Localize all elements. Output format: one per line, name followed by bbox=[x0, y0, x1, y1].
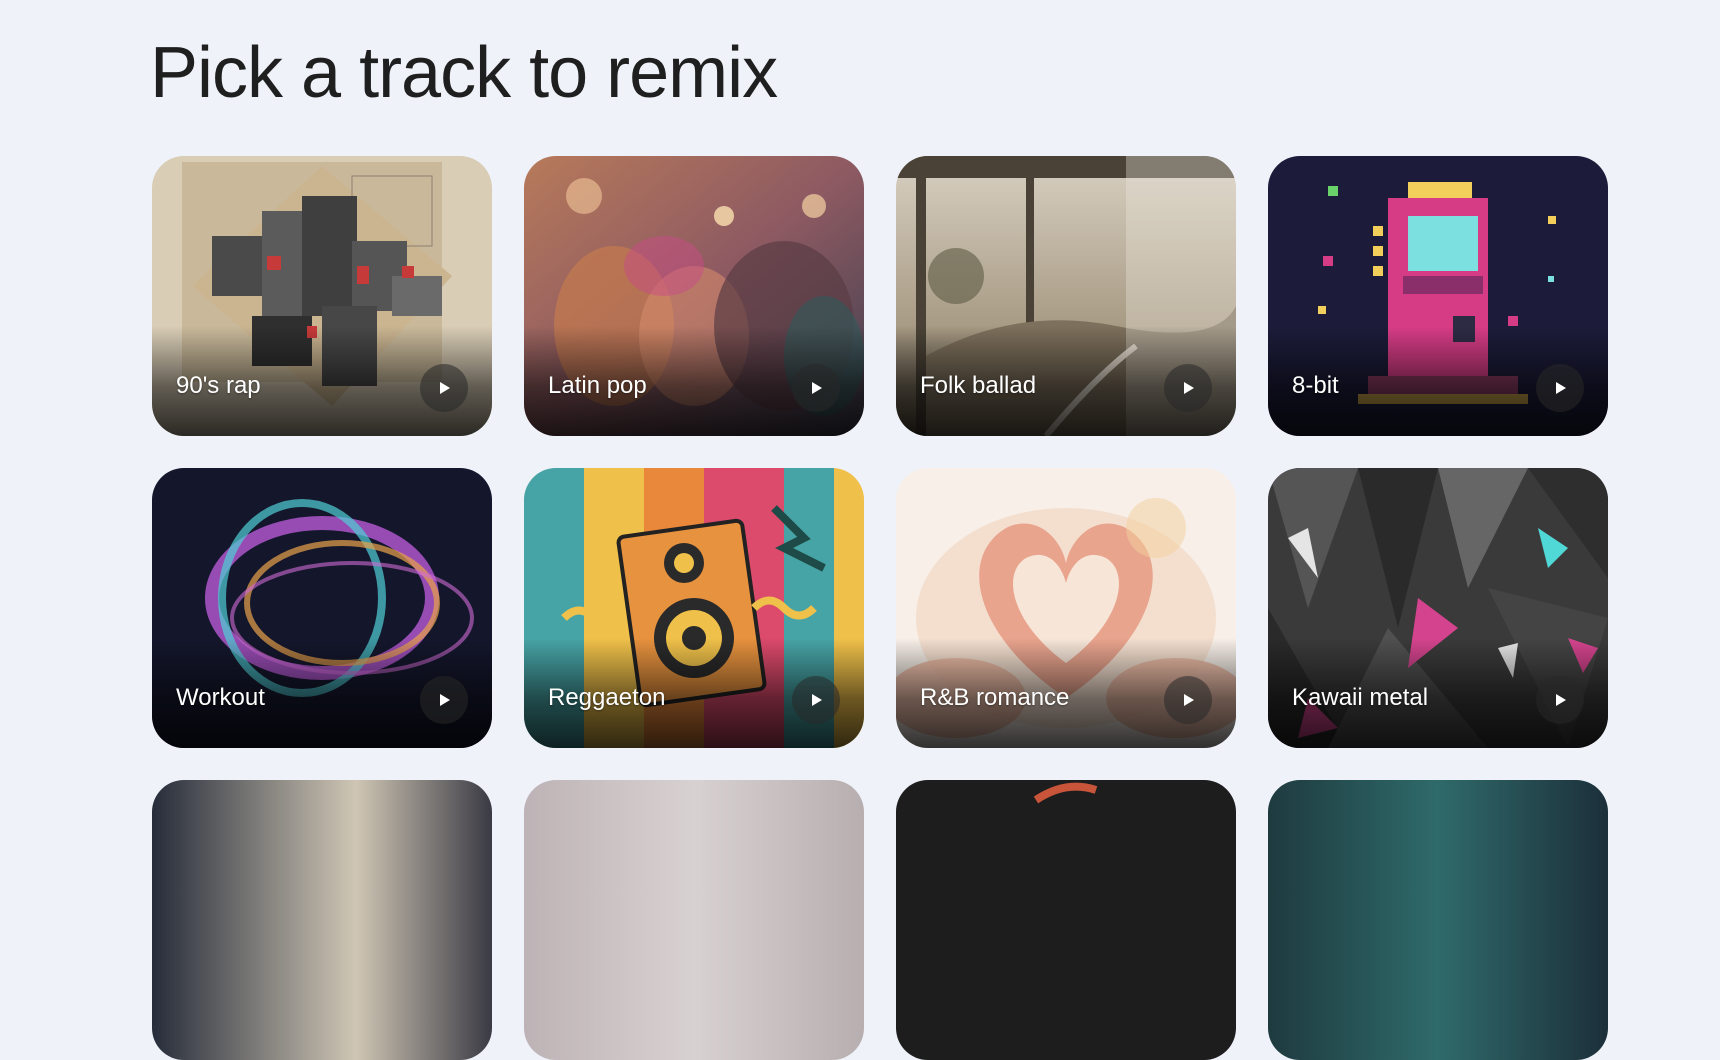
track-card-latin-pop[interactable]: Latin pop bbox=[524, 156, 864, 436]
play-icon bbox=[812, 694, 822, 706]
track-label: Latin pop bbox=[548, 372, 647, 399]
track-label: Reggaeton bbox=[548, 684, 666, 711]
play-icon bbox=[1184, 694, 1194, 706]
track-art-partial bbox=[524, 780, 864, 1060]
track-label: Workout bbox=[176, 684, 265, 711]
play-button[interactable] bbox=[1164, 676, 1212, 724]
track-art-partial bbox=[152, 780, 492, 1060]
track-card-rnb-romance[interactable]: R&B romance bbox=[896, 468, 1236, 748]
play-button[interactable] bbox=[792, 676, 840, 724]
track-art-partial bbox=[1268, 780, 1608, 1060]
play-icon bbox=[440, 382, 450, 394]
track-card-kawaii-metal[interactable]: Kawaii metal bbox=[1268, 468, 1608, 748]
track-card-reggaeton[interactable]: Reggaeton bbox=[524, 468, 864, 748]
track-label: 90's rap bbox=[176, 372, 261, 399]
play-button[interactable] bbox=[1536, 364, 1584, 412]
play-icon bbox=[1556, 382, 1566, 394]
play-icon bbox=[1184, 382, 1194, 394]
play-button[interactable] bbox=[1536, 676, 1584, 724]
track-card-partial[interactable] bbox=[1268, 780, 1608, 1060]
track-label: R&B romance bbox=[920, 684, 1070, 711]
play-button[interactable] bbox=[792, 364, 840, 412]
track-label: 8-bit bbox=[1292, 372, 1339, 399]
track-card-folk-ballad[interactable]: Folk ballad bbox=[896, 156, 1236, 436]
play-button[interactable] bbox=[420, 676, 468, 724]
track-card-partial[interactable] bbox=[152, 780, 492, 1060]
track-card-8-bit[interactable]: 8-bit bbox=[1268, 156, 1608, 436]
play-icon bbox=[1556, 694, 1566, 706]
track-card-90s-rap[interactable]: 90's rap bbox=[152, 156, 492, 436]
track-label: Folk ballad bbox=[920, 372, 1037, 399]
track-card-workout[interactable]: Workout bbox=[152, 468, 492, 748]
track-card-partial[interactable] bbox=[524, 780, 864, 1060]
play-icon bbox=[812, 382, 822, 394]
page-title: Pick a track to remix bbox=[150, 33, 778, 113]
play-button[interactable] bbox=[420, 364, 468, 412]
track-art-partial bbox=[896, 780, 1236, 1060]
play-button[interactable] bbox=[1164, 364, 1212, 412]
track-grid: 90's rap Latin pop Folk ballad 8-bit Wor… bbox=[152, 156, 1608, 1060]
track-label: Kawaii metal bbox=[1292, 684, 1429, 711]
play-icon bbox=[440, 694, 450, 706]
track-card-partial[interactable] bbox=[896, 780, 1236, 1060]
